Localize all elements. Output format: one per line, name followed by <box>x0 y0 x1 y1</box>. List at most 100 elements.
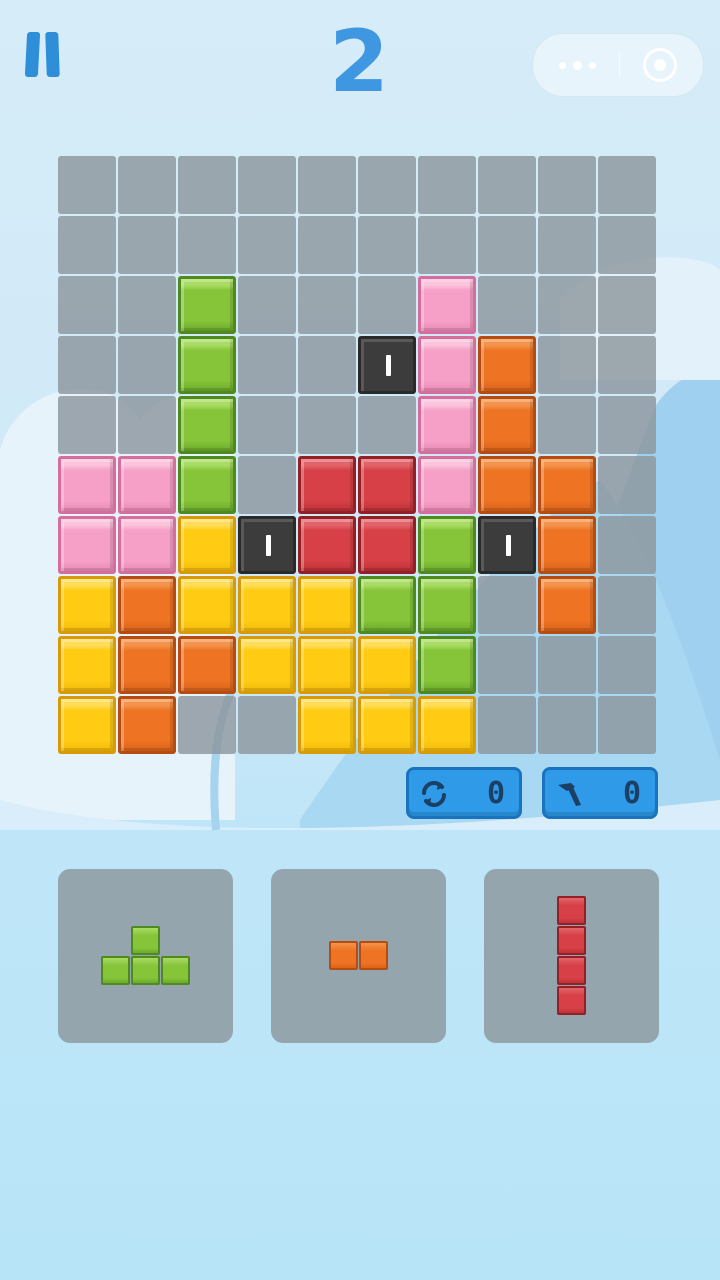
more-dots-icon <box>559 62 566 69</box>
empty-cell[interactable] <box>58 336 116 394</box>
empty-cell[interactable] <box>538 396 596 454</box>
more-menu-button[interactable] <box>533 34 621 96</box>
empty-cell[interactable] <box>418 156 476 214</box>
empty-cell[interactable] <box>598 336 656 394</box>
empty-cell[interactable] <box>118 156 176 214</box>
pause-icon-bar-right <box>45 32 60 77</box>
green-piece-block <box>130 956 160 985</box>
empty-cell[interactable] <box>358 276 416 334</box>
hammer-tool-button[interactable]: 0 <box>542 767 658 819</box>
empty-cell[interactable] <box>118 396 176 454</box>
empty-cell[interactable] <box>238 156 296 214</box>
empty-cell[interactable] <box>58 156 116 214</box>
red-piece-block <box>556 986 586 1015</box>
empty-cell[interactable] <box>598 516 656 574</box>
empty-cell[interactable] <box>478 216 536 274</box>
refresh-tool-button[interactable]: 0 <box>406 767 522 819</box>
empty-cell[interactable] <box>538 216 596 274</box>
empty-cell[interactable] <box>538 336 596 394</box>
red-block <box>298 456 356 514</box>
more-dots-icon <box>573 61 582 70</box>
orange-piece-block <box>328 941 358 970</box>
green-piece-block <box>160 956 190 985</box>
pink-block <box>58 456 116 514</box>
empty-cell[interactable] <box>598 216 656 274</box>
pink-block <box>118 456 176 514</box>
empty-cell[interactable] <box>358 216 416 274</box>
empty-cell[interactable] <box>478 636 536 694</box>
empty-cell[interactable] <box>178 156 236 214</box>
empty-cell[interactable] <box>178 696 236 754</box>
hammer-icon <box>558 783 581 806</box>
empty-cell[interactable] <box>478 576 536 634</box>
piece-tray-1[interactable] <box>58 869 233 1043</box>
empty-cell[interactable] <box>238 696 296 754</box>
empty-cell[interactable] <box>598 636 656 694</box>
empty-cell[interactable] <box>298 276 356 334</box>
piece-tray-2[interactable] <box>271 869 446 1043</box>
yellow-block <box>298 696 356 754</box>
yellow-block <box>238 636 296 694</box>
empty-cell[interactable] <box>298 156 356 214</box>
empty-cell[interactable] <box>598 576 656 634</box>
yellow-block <box>298 636 356 694</box>
pause-button[interactable] <box>22 28 66 84</box>
yellow-block <box>178 576 236 634</box>
empty-cell[interactable] <box>118 336 176 394</box>
empty-cell[interactable] <box>58 276 116 334</box>
score-display: 2 <box>329 12 391 112</box>
pink-block <box>58 516 116 574</box>
empty-cell[interactable] <box>538 636 596 694</box>
stone-mark-icon <box>506 535 511 556</box>
empty-cell[interactable] <box>58 396 116 454</box>
stone-mark-icon <box>266 535 271 556</box>
empty-cell[interactable] <box>478 156 536 214</box>
empty-cell[interactable] <box>478 276 536 334</box>
empty-cell[interactable] <box>538 276 596 334</box>
empty-cell[interactable] <box>298 336 356 394</box>
orange-block <box>538 456 596 514</box>
empty-cell[interactable] <box>238 216 296 274</box>
empty-cell[interactable] <box>238 396 296 454</box>
green-block <box>178 336 236 394</box>
empty-cell[interactable] <box>598 156 656 214</box>
empty-cell[interactable] <box>118 276 176 334</box>
empty-cell[interactable] <box>358 396 416 454</box>
target-dot-icon <box>654 59 666 71</box>
empty-cell[interactable] <box>238 276 296 334</box>
empty-cell[interactable] <box>238 336 296 394</box>
green-piece-block <box>100 956 130 985</box>
yellow-block <box>178 516 236 574</box>
orange-block <box>478 336 536 394</box>
empty-cell[interactable] <box>598 696 656 754</box>
green-block <box>358 576 416 634</box>
empty-cell[interactable] <box>598 456 656 514</box>
empty-cell[interactable] <box>538 696 596 754</box>
capsule-divider <box>619 52 620 78</box>
empty-cell[interactable] <box>598 396 656 454</box>
empty-cell[interactable] <box>478 696 536 754</box>
empty-cell[interactable] <box>298 216 356 274</box>
green-piece-block <box>130 926 160 955</box>
empty-cell[interactable] <box>598 276 656 334</box>
exit-target-button[interactable] <box>643 48 677 82</box>
piece-tray-3[interactable] <box>484 869 659 1043</box>
stone-mark-icon <box>386 355 391 376</box>
empty-cell[interactable] <box>418 216 476 274</box>
yellow-block <box>238 576 296 634</box>
empty-cell[interactable] <box>298 396 356 454</box>
empty-cell[interactable] <box>58 216 116 274</box>
red-piece-block <box>556 926 586 955</box>
empty-cell[interactable] <box>178 216 236 274</box>
green-block <box>178 276 236 334</box>
empty-cell[interactable] <box>358 156 416 214</box>
orange-block <box>178 636 236 694</box>
empty-cell[interactable] <box>118 216 176 274</box>
empty-cell[interactable] <box>238 456 296 514</box>
refresh-icon <box>422 781 446 807</box>
yellow-block <box>58 576 116 634</box>
empty-cell[interactable] <box>538 156 596 214</box>
orange-block <box>478 456 536 514</box>
pink-block <box>118 516 176 574</box>
game-board[interactable] <box>58 156 658 756</box>
